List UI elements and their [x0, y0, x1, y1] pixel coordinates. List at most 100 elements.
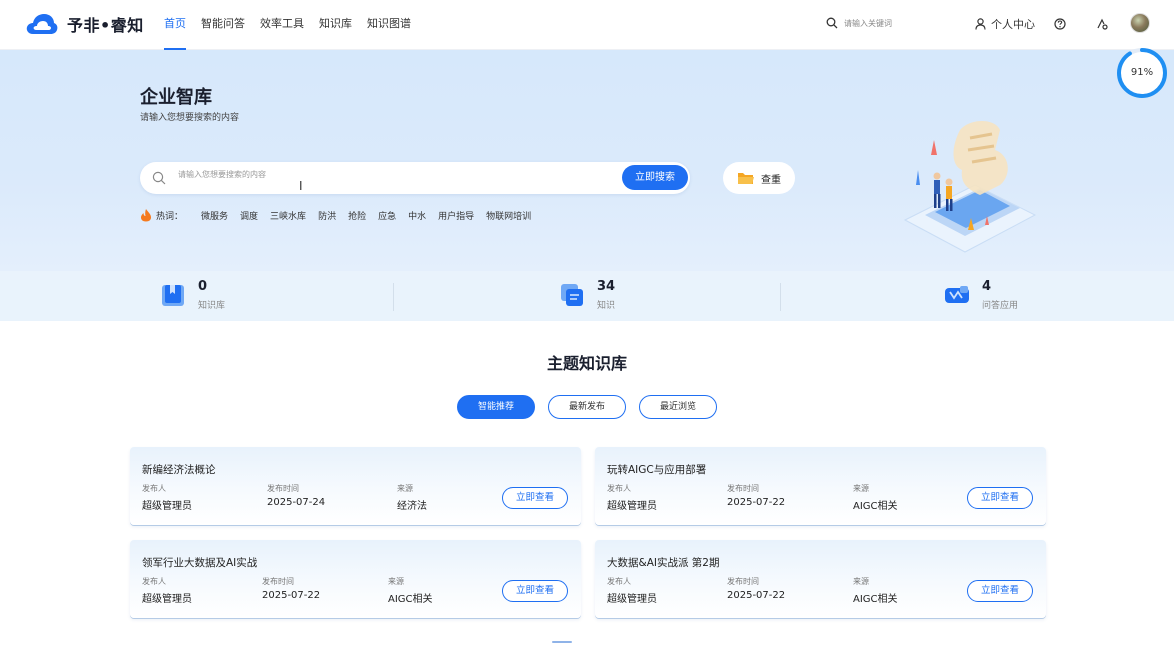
chat-app-icon — [945, 286, 969, 303]
stat-qa-apps[interactable]: 4 问答应用 — [944, 279, 1018, 311]
source-label: 来源 — [853, 484, 869, 493]
main-nav: 首页 智能问答 效率工具 知识库 知识图谱 — [164, 0, 426, 50]
time-value: 2025-07-22 — [727, 497, 786, 508]
cloud-logo-icon — [26, 14, 58, 34]
publisher-label: 发布人 — [607, 577, 631, 586]
hero-subtitle: 请输入您想要搜索的内容 — [140, 113, 240, 123]
book-icon — [162, 285, 184, 306]
header-search — [826, 17, 954, 29]
stat-knowledge[interactable]: 34 知识 — [559, 279, 615, 311]
source-label: 来源 — [853, 577, 869, 586]
tab-latest[interactable]: 最新发布 — [548, 395, 626, 419]
card-title: 领军行业大数据及AI实战 — [142, 557, 258, 569]
help-icon[interactable] — [1054, 18, 1066, 30]
tab-recommended[interactable]: 智能推荐 — [457, 395, 535, 419]
source-label: 来源 — [388, 577, 404, 586]
time-label: 发布时间 — [727, 577, 759, 586]
card-title: 玩转AIGC与应用部署 — [607, 464, 707, 476]
stat-knowledge-base[interactable]: 0 知识库 — [160, 279, 225, 311]
top-navbar: 予非•睿知 首页 智能问答 效率工具 知识库 知识图谱 个人中心 — [0, 0, 1174, 50]
hot-word-tag[interactable]: 中水 — [408, 209, 426, 222]
nav-item-knowledge-graph[interactable]: 知识图谱 — [367, 0, 411, 50]
hot-word-tag[interactable]: 用户指导 — [438, 209, 474, 222]
stat-value: 0 — [198, 279, 208, 294]
nav-item-qa[interactable]: 智能问答 — [201, 0, 245, 50]
hot-word-tag[interactable]: 防洪 — [318, 209, 336, 222]
hot-words: 热词： 微服务 调度 三峡水库 防洪 抢险 应急 中水 用户指导 物联网培训 — [140, 208, 543, 222]
folder-icon — [738, 173, 754, 184]
nav-item-home[interactable]: 首页 — [164, 0, 186, 50]
publisher-value: 超级管理员 — [142, 501, 192, 512]
stat-label: 知识库 — [198, 301, 226, 311]
card-title: 新编经济法概论 — [142, 464, 216, 476]
hot-word-tag[interactable]: 调度 — [240, 209, 258, 222]
stat-label: 问答应用 — [982, 301, 1019, 311]
nav-item-tools[interactable]: 效率工具 — [260, 0, 304, 50]
view-now-button[interactable]: 立即查看 — [502, 580, 568, 602]
source-value: 经济法 — [397, 501, 427, 512]
time-label: 发布时间 — [727, 484, 759, 493]
hot-word-tag[interactable]: 微服务 — [201, 209, 228, 222]
publisher-value: 超级管理员 — [607, 501, 657, 512]
source-label: 来源 — [397, 484, 413, 493]
hero-search-box — [140, 162, 690, 194]
divider — [780, 283, 781, 311]
source-value: AIGC相关 — [388, 594, 433, 605]
documents-icon — [561, 284, 583, 306]
hot-words-label: 热词： — [156, 211, 184, 222]
knowledge-card[interactable]: 新编经济法概论 发布人 发布时间 来源 超级管理员 2025-07-24 经济法… — [130, 447, 581, 525]
knowledge-illustration — [903, 121, 1037, 253]
page: 予非•睿知 首页 智能问答 效率工具 知识库 知识图谱 个人中心 — [0, 0, 1174, 660]
theme-settings-icon[interactable] — [1096, 18, 1108, 30]
hero-search-input[interactable] — [178, 170, 558, 179]
carousel-indicator[interactable] — [552, 641, 572, 643]
knowledge-card[interactable]: 领军行业大数据及AI实战 发布人 发布时间 来源 超级管理员 2025-07-2… — [130, 540, 581, 618]
header-search-input[interactable] — [844, 18, 954, 28]
user-center-label: 个人中心 — [991, 18, 1035, 31]
view-now-button[interactable]: 立即查看 — [967, 580, 1033, 602]
time-value: 2025-07-24 — [267, 497, 326, 508]
stat-label: 知识 — [597, 301, 616, 311]
search-now-button[interactable]: 立即搜索 — [622, 165, 688, 190]
publisher-label: 发布人 — [142, 577, 166, 586]
time-value: 2025-07-22 — [262, 590, 321, 601]
search-icon[interactable] — [826, 17, 838, 29]
brand-name: 予非•睿知 — [67, 16, 144, 35]
publisher-label: 发布人 — [607, 484, 631, 493]
hot-word-tag[interactable]: 三峡水库 — [270, 209, 306, 222]
hot-word-tag[interactable]: 应急 — [378, 209, 396, 222]
stat-value: 34 — [597, 279, 616, 294]
hot-word-tag[interactable]: 物联网培训 — [486, 209, 531, 222]
fire-icon — [141, 209, 151, 222]
progress-ring-text: 91% — [1130, 67, 1154, 78]
view-now-button[interactable]: 立即查看 — [967, 487, 1033, 509]
divider — [393, 283, 394, 311]
time-label: 发布时间 — [262, 577, 294, 586]
stats-bar: 0 知识库 34 知识 4 问答应用 — [0, 271, 1174, 321]
hero-banner: 企业智库 请输入您想要搜索的内容 立即搜索 I 查重 热词： 微服务 调度 — [0, 50, 1174, 271]
logo[interactable]: 予非•睿知 — [25, 12, 144, 36]
card-title: 大数据&AI实战派 第2期 — [607, 557, 720, 569]
knowledge-card[interactable]: 大数据&AI实战派 第2期 发布人 发布时间 来源 超级管理员 2025-07-… — [595, 540, 1046, 618]
knowledge-card[interactable]: 玩转AIGC与应用部署 发布人 发布时间 来源 超级管理员 2025-07-22… — [595, 447, 1046, 525]
hero-title: 企业智库 — [140, 87, 212, 108]
tab-recent[interactable]: 最近浏览 — [639, 395, 717, 419]
view-now-button[interactable]: 立即查看 — [502, 487, 568, 509]
section-tabs: 智能推荐 最新发布 最近浏览 — [457, 395, 730, 419]
source-value: AIGC相关 — [853, 501, 898, 512]
duplicate-check-button[interactable]: 查重 — [723, 162, 795, 194]
publisher-value: 超级管理员 — [142, 594, 192, 605]
search-icon — [152, 171, 166, 185]
avatar[interactable] — [1130, 13, 1150, 33]
time-value: 2025-07-22 — [727, 590, 786, 601]
progress-ring: 91% — [1116, 47, 1168, 99]
hot-word-tag[interactable]: 抢险 — [348, 209, 366, 222]
user-center-link[interactable]: 个人中心 — [975, 16, 1035, 32]
time-label: 发布时间 — [267, 484, 299, 493]
stat-value: 4 — [982, 279, 992, 294]
user-icon — [975, 18, 986, 30]
publisher-label: 发布人 — [142, 484, 166, 493]
source-value: AIGC相关 — [853, 594, 898, 605]
nav-item-knowledge-base[interactable]: 知识库 — [319, 0, 352, 50]
duplicate-check-label: 查重 — [761, 174, 781, 186]
